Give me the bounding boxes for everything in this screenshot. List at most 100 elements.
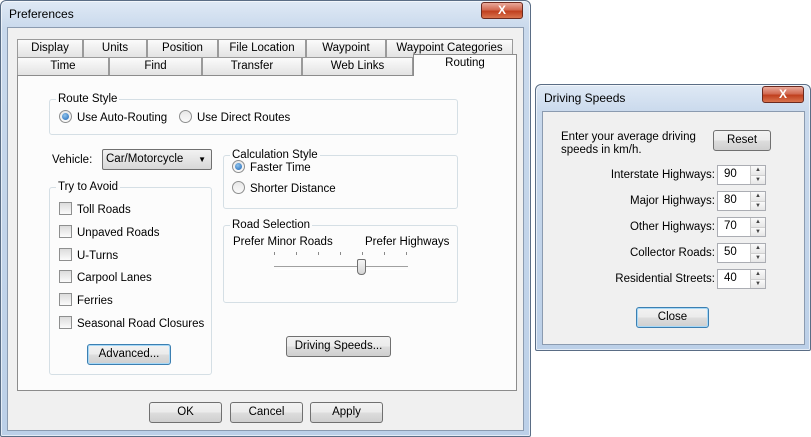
other-highways-label: Other Highways: bbox=[629, 221, 715, 233]
vehicle-select[interactable]: Car/Motorcycle ▼ bbox=[102, 149, 212, 170]
reset-button[interactable]: Reset bbox=[713, 130, 771, 151]
tab-web-links[interactable]: Web Links bbox=[302, 57, 413, 75]
avoid-u-turns-checkbox[interactable]: U-Turns bbox=[59, 248, 118, 264]
slider-track bbox=[274, 266, 408, 270]
avoid-seasonal-closures-checkbox[interactable]: Seasonal Road Closures bbox=[59, 316, 204, 332]
slider-tick bbox=[318, 252, 319, 255]
spin-up-icon[interactable]: ▲ bbox=[750, 270, 765, 279]
major-highways-value: 80 bbox=[724, 194, 737, 206]
preferences-window: Preferences X Display Units Position Fil… bbox=[0, 0, 531, 437]
residential-streets-value: 40 bbox=[724, 272, 737, 284]
collector-roads-value: 50 bbox=[724, 246, 737, 258]
prefer-minor-roads-label: Prefer Minor Roads bbox=[233, 236, 333, 248]
collector-roads-label: Collector Roads: bbox=[629, 247, 715, 259]
close-button[interactable]: Close bbox=[636, 307, 709, 328]
preferences-close-button[interactable]: X bbox=[481, 2, 523, 19]
direct-routes-radio[interactable]: Use Direct Routes bbox=[179, 110, 290, 126]
driving-speeds-client: Enter your average driving speeds in km/… bbox=[542, 111, 805, 345]
unpaved-roads-label: Unpaved Roads bbox=[77, 227, 160, 239]
spin-up-icon[interactable]: ▲ bbox=[750, 192, 765, 201]
major-highways-spinner[interactable]: 80 ▲ ▼ bbox=[717, 191, 766, 211]
route-style-legend: Route Style bbox=[56, 93, 120, 106]
auto-routing-radio[interactable]: Use Auto-Routing bbox=[59, 110, 167, 126]
shorter-distance-radio[interactable]: Shorter Distance bbox=[232, 181, 336, 197]
residential-streets-label: Residential Streets: bbox=[615, 273, 715, 285]
faster-time-radio[interactable]: Faster Time bbox=[232, 160, 311, 176]
driving-speeds-close-button[interactable]: X bbox=[762, 86, 804, 103]
collector-roads-spinner[interactable]: 50 ▲ ▼ bbox=[717, 243, 766, 263]
slider-tick bbox=[296, 252, 297, 255]
try-to-avoid-legend: Try to Avoid bbox=[56, 181, 121, 194]
u-turns-check bbox=[59, 248, 72, 261]
residential-streets-spinner[interactable]: 40 ▲ ▼ bbox=[717, 269, 766, 289]
seasonal-closures-label: Seasonal Road Closures bbox=[77, 318, 205, 330]
slider-tick bbox=[274, 252, 275, 255]
tab-file-location[interactable]: File Location bbox=[218, 39, 306, 57]
shorter-distance-label: Shorter Distance bbox=[250, 183, 336, 195]
carpool-lanes-label: Carpool Lanes bbox=[77, 272, 152, 284]
preferences-client: Display Units Position File Location Way… bbox=[7, 27, 524, 431]
spin-down-icon[interactable]: ▼ bbox=[750, 253, 765, 262]
faster-time-radio-dot bbox=[232, 160, 245, 173]
interstate-highways-value: 90 bbox=[724, 168, 737, 180]
driving-speeds-intro-line1: Enter your average driving bbox=[561, 131, 696, 143]
carpool-lanes-check bbox=[59, 270, 72, 283]
tab-display[interactable]: Display bbox=[17, 39, 83, 57]
driving-speeds-button[interactable]: Driving Speeds... bbox=[286, 336, 391, 357]
ok-button[interactable]: OK bbox=[149, 402, 222, 423]
major-highways-label: Major Highways: bbox=[630, 195, 715, 207]
vehicle-label: Vehicle: bbox=[52, 154, 93, 166]
other-highways-value: 70 bbox=[724, 220, 737, 232]
auto-routing-label: Use Auto-Routing bbox=[77, 112, 168, 124]
spin-down-icon[interactable]: ▼ bbox=[750, 279, 765, 288]
avoid-unpaved-roads-checkbox[interactable]: Unpaved Roads bbox=[59, 225, 159, 241]
spin-up-icon[interactable]: ▲ bbox=[750, 166, 765, 175]
driving-speeds-window: Driving Speeds X Enter your average driv… bbox=[535, 84, 811, 351]
avoid-toll-roads-checkbox[interactable]: Toll Roads bbox=[59, 202, 131, 218]
slider-tick bbox=[384, 252, 385, 255]
tab-transfer[interactable]: Transfer bbox=[202, 57, 302, 75]
tab-units[interactable]: Units bbox=[83, 39, 147, 57]
other-highways-spinner[interactable]: 70 ▲ ▼ bbox=[717, 217, 766, 237]
slider-thumb[interactable] bbox=[357, 259, 366, 275]
tab-position[interactable]: Position bbox=[147, 39, 218, 57]
driving-speeds-title: Driving Speeds bbox=[544, 91, 626, 105]
prefer-highways-label: Prefer Highways bbox=[365, 236, 450, 248]
interstate-highways-spinner[interactable]: 90 ▲ ▼ bbox=[717, 165, 766, 185]
chevron-down-icon: ▼ bbox=[198, 155, 206, 164]
tab-time[interactable]: Time bbox=[17, 57, 109, 75]
road-selection-legend: Road Selection bbox=[230, 219, 312, 232]
tab-find[interactable]: Find bbox=[109, 57, 202, 75]
avoid-ferries-checkbox[interactable]: Ferries bbox=[59, 293, 113, 309]
driving-speeds-titlebar[interactable]: Driving Speeds X bbox=[536, 85, 810, 111]
toll-roads-check bbox=[59, 202, 72, 215]
vehicle-select-value: Car/Motorcycle bbox=[106, 153, 184, 165]
interstate-highways-label: Interstate Highways: bbox=[610, 169, 715, 181]
cancel-button[interactable]: Cancel bbox=[230, 402, 303, 423]
spin-up-icon[interactable]: ▲ bbox=[750, 218, 765, 227]
apply-button[interactable]: Apply bbox=[310, 402, 383, 423]
advanced-button[interactable]: Advanced... bbox=[87, 344, 171, 365]
slider-tick bbox=[340, 252, 341, 255]
avoid-carpool-lanes-checkbox[interactable]: Carpool Lanes bbox=[59, 270, 152, 286]
direct-routes-label: Use Direct Routes bbox=[197, 112, 291, 124]
road-selection-slider[interactable] bbox=[274, 252, 408, 280]
routing-tab-panel: Route Style Use Auto-Routing Use Direct … bbox=[17, 75, 517, 391]
tab-routing[interactable]: Routing bbox=[413, 54, 517, 76]
u-turns-label: U-Turns bbox=[77, 250, 119, 262]
shorter-distance-radio-dot bbox=[232, 181, 245, 194]
auto-routing-radio-dot bbox=[59, 110, 72, 123]
faster-time-label: Faster Time bbox=[250, 162, 311, 174]
tab-waypoint[interactable]: Waypoint bbox=[306, 39, 386, 57]
direct-routes-radio-dot bbox=[179, 110, 192, 123]
slider-tick bbox=[406, 252, 407, 255]
spin-down-icon[interactable]: ▼ bbox=[750, 201, 765, 210]
spin-down-icon[interactable]: ▼ bbox=[750, 175, 765, 184]
preferences-title: Preferences bbox=[9, 7, 74, 21]
toll-roads-label: Toll Roads bbox=[77, 204, 131, 216]
driving-speeds-intro-line2: speeds in km/h. bbox=[561, 144, 642, 156]
spin-up-icon[interactable]: ▲ bbox=[750, 244, 765, 253]
preferences-titlebar[interactable]: Preferences X bbox=[1, 1, 530, 27]
spin-down-icon[interactable]: ▼ bbox=[750, 227, 765, 236]
seasonal-closures-check bbox=[59, 316, 72, 329]
